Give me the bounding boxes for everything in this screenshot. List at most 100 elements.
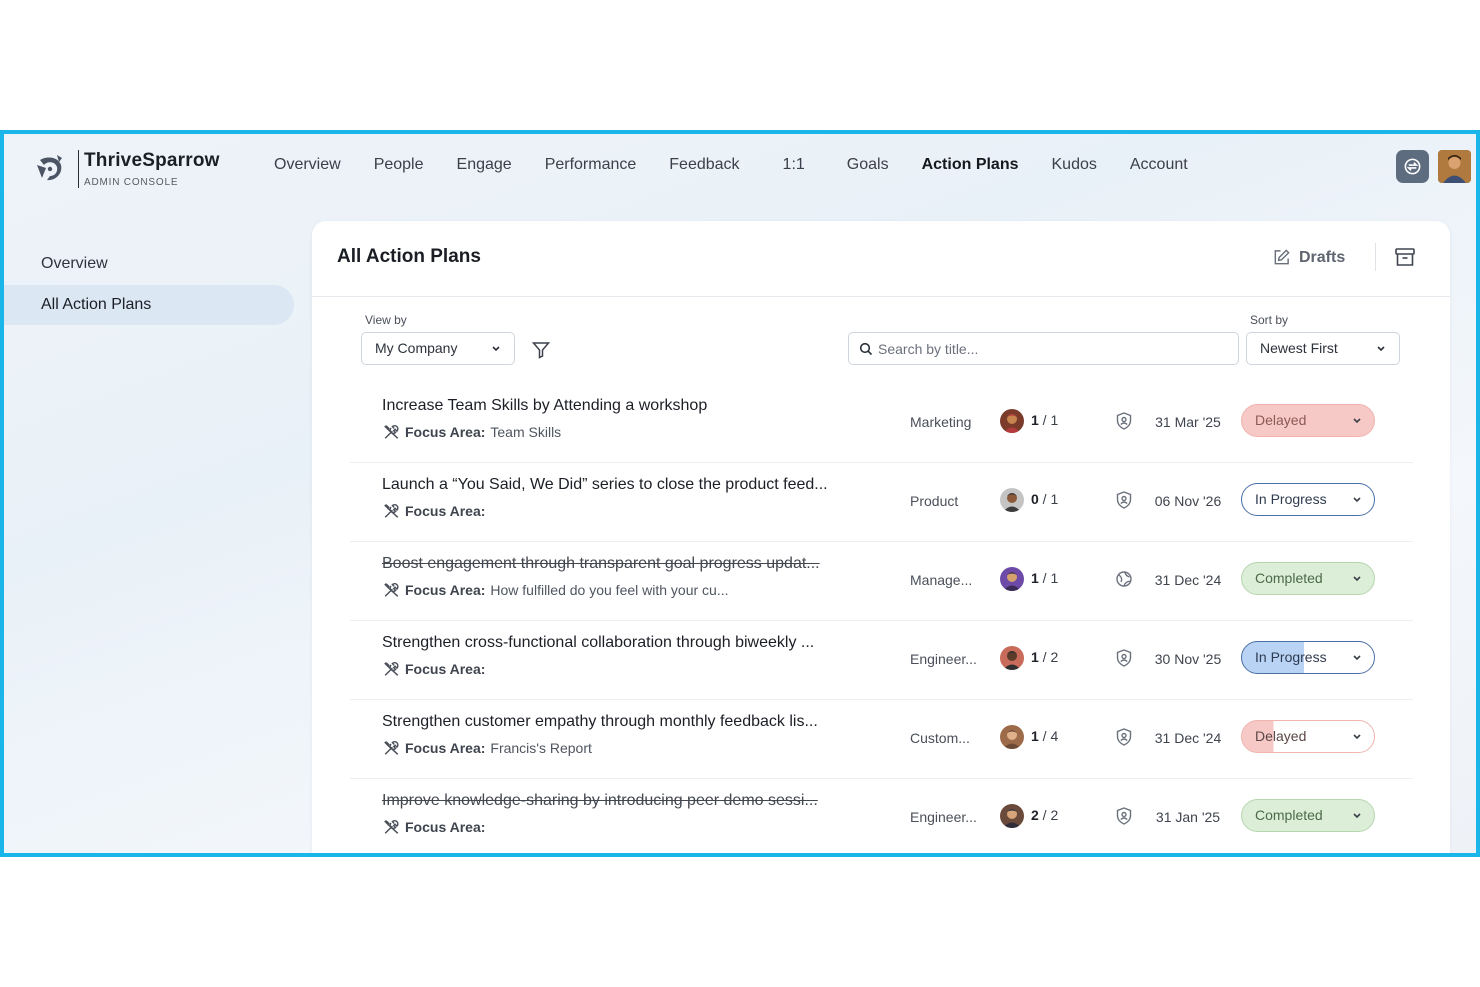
plan-title[interactable]: Boost engagement through transparent goa… [382,555,820,573]
plan-title[interactable]: Strengthen cross-functional collaboratio… [382,634,814,652]
tools-icon [384,582,399,597]
table-row[interactable]: Strengthen customer empathy through mont… [350,700,1413,779]
status-dropdown[interactable]: In Progress [1241,641,1375,674]
tools-icon [384,661,399,676]
focus-area: Focus Area: Team Skills [382,423,561,441]
tasks-total: 4 [1050,728,1059,744]
status-dropdown[interactable]: Delayed [1241,404,1375,437]
plan-title[interactable]: Increase Team Skills by Attending a work… [382,397,707,415]
table-row[interactable]: Strengthen cross-functional collaboratio… [350,621,1413,700]
tasks-total: 2 [1050,807,1059,823]
sort-by-value: Newest First [1260,340,1338,356]
globe-icon[interactable] [1115,569,1133,589]
table-row[interactable]: Boost engagement through transparent goa… [350,542,1413,621]
shield-user-icon[interactable] [1115,806,1133,826]
department: Engineer... [910,651,977,667]
plan-title[interactable]: Launch a “You Said, We Did” series to cl… [382,476,828,494]
due-date: 31 Mar '25 [1155,414,1221,430]
chevron-down-icon [1353,734,1361,740]
chevron-down-icon [1353,497,1361,503]
view-by-label: View by [365,313,407,327]
nav-item-people[interactable]: People [374,156,424,174]
focus-area-label: Focus Area: [405,819,486,835]
status-dropdown[interactable]: Delayed [1241,720,1375,753]
owner-avatar[interactable] [1000,409,1024,433]
top-bar: ThriveSparrow ADMIN CONSOLE Overview Peo… [4,134,1476,206]
focus-area: Focus Area: [382,818,490,836]
shield-user-icon[interactable] [1115,648,1133,668]
chevron-down-icon [1353,418,1361,424]
task-progress: 1 / 1 [1031,570,1059,586]
nav-item-overview[interactable]: Overview [274,156,341,174]
shield-user-icon[interactable] [1115,411,1133,431]
panel-header: All Action Plans Drafts [312,221,1450,297]
shield-user-icon[interactable] [1115,727,1133,747]
nav-item-one-on-one[interactable]: 1:1 [783,156,805,174]
focus-area-value: Francis's Report [490,740,592,756]
chevron-down-icon [1377,346,1385,352]
thrivesparrow-logo-icon[interactable] [32,151,68,187]
due-date: 31 Jan '25 [1155,809,1221,825]
department: Product [910,493,959,509]
status-dropdown[interactable]: Completed [1241,799,1375,832]
focus-area: Focus Area: [382,502,490,520]
tasks-done: 0 [1031,491,1039,507]
task-progress: 0 / 1 [1031,491,1059,507]
status-label: In Progress [1255,649,1327,665]
sort-by-select[interactable]: Newest First [1246,332,1400,365]
view-by-select[interactable]: My Company [361,332,515,365]
tools-icon [384,819,399,834]
shield-user-icon[interactable] [1115,490,1133,510]
focus-area-label: Focus Area: [405,424,486,440]
owner-avatar[interactable] [1000,804,1024,828]
switch-icon [1404,158,1421,175]
drafts-button[interactable]: Drafts [1272,248,1345,267]
nav-item-account[interactable]: Account [1130,156,1188,174]
table-row[interactable]: Increase Team Skills by Attending a work… [350,384,1413,463]
table-row[interactable]: Launch a “You Said, We Did” series to cl… [350,463,1413,542]
nav-item-kudos[interactable]: Kudos [1052,156,1097,174]
status-dropdown[interactable]: Completed [1241,562,1375,595]
tools-icon [384,740,399,755]
view-by-value: My Company [375,340,458,356]
owner-avatar[interactable] [1000,646,1024,670]
plan-title[interactable]: Strengthen customer empathy through mont… [382,713,818,731]
chevron-down-icon [1353,576,1361,582]
nav-item-engage[interactable]: Engage [457,156,512,174]
department: Engineer... [910,809,977,825]
main-panel: All Action Plans Drafts View by My Compa… [312,221,1450,853]
department: Custom... [910,730,970,746]
department: Marketing [910,414,972,430]
tasks-done: 1 [1031,412,1039,428]
sort-by-label: Sort by [1250,313,1289,327]
plan-title[interactable]: Improve knowledge-sharing by introducing… [382,792,818,810]
task-progress: 2 / 2 [1031,807,1059,823]
sidebar: Overview All Action Plans [4,244,294,326]
sidebar-item-all-action-plans[interactable]: All Action Plans [4,285,294,325]
table-row[interactable]: Improve knowledge-sharing by introducing… [350,779,1413,853]
chevron-down-icon [1353,813,1361,819]
filter-icon[interactable] [531,340,551,360]
tasks-done: 1 [1031,649,1039,665]
user-avatar[interactable] [1438,150,1471,183]
status-label: Delayed [1255,412,1307,428]
nav-item-action-plans[interactable]: Action Plans [922,156,1019,174]
owner-avatar[interactable] [1000,567,1024,591]
search-input[interactable] [878,339,1218,359]
nav-item-feedback[interactable]: Feedback [669,156,739,174]
archive-icon[interactable] [1393,245,1417,269]
drafts-label: Drafts [1299,248,1346,266]
due-date: 31 Dec '24 [1154,572,1222,588]
owner-avatar[interactable] [1000,488,1024,512]
owner-avatar[interactable] [1000,725,1024,749]
logo-divider [78,150,79,188]
switch-console-button[interactable] [1396,150,1429,183]
nav-item-goals[interactable]: Goals [847,156,889,174]
search-field[interactable] [848,332,1239,365]
tasks-done: 1 [1031,570,1039,586]
nav-item-performance[interactable]: Performance [545,156,637,174]
focus-area-value: How fulfilled do you feel with your cu..… [490,582,729,598]
sidebar-item-overview[interactable]: Overview [4,244,294,284]
tasks-total: 1 [1050,570,1059,586]
status-dropdown[interactable]: In Progress [1241,483,1375,516]
